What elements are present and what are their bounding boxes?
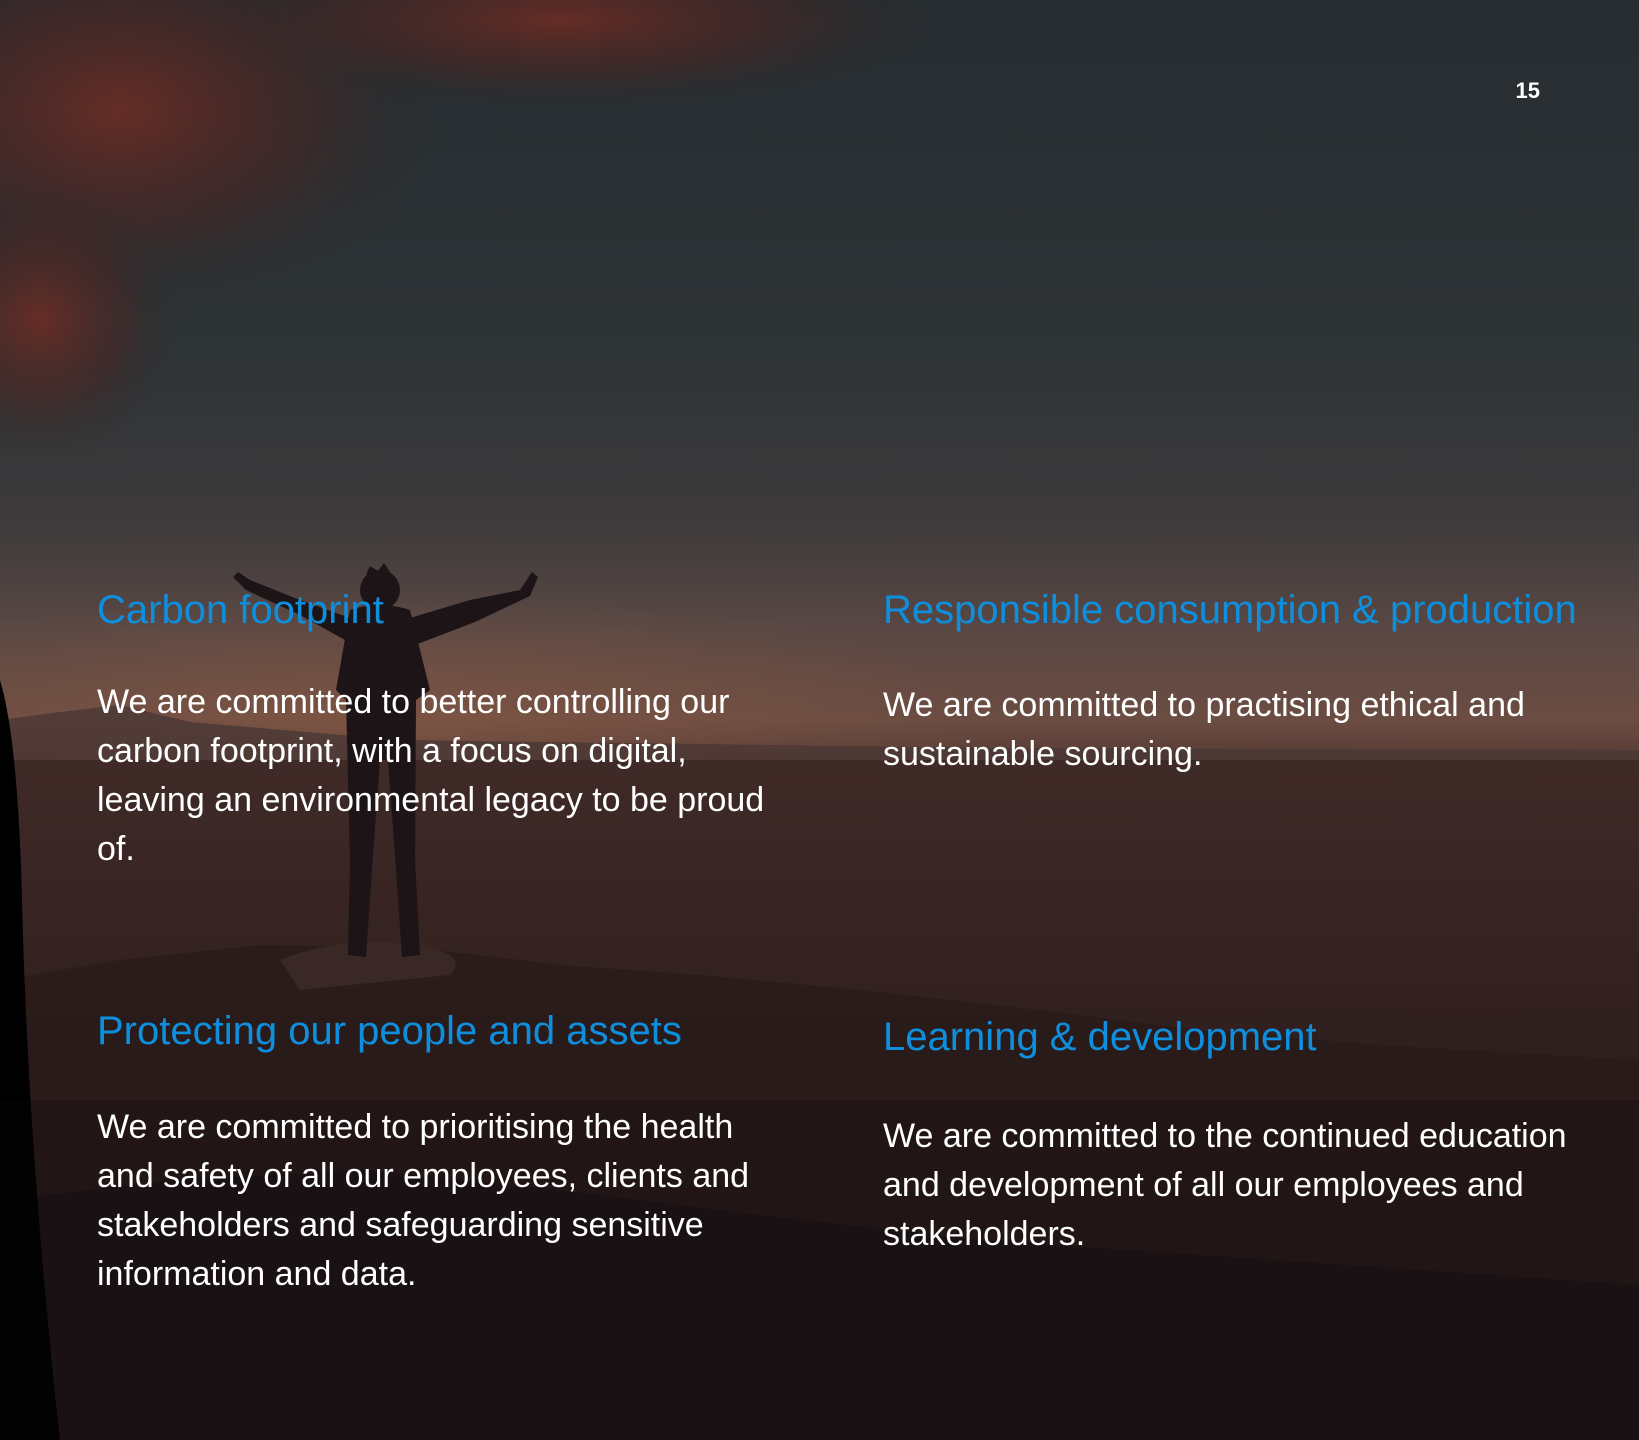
section-body: We are committed to prioritising the hea… bbox=[97, 1108, 750, 1293]
section-heading: Learning & development bbox=[883, 1015, 1317, 1059]
learning-development-section: Learning & development We are committed … bbox=[883, 1010, 1583, 1259]
responsible-consumption-section: Responsible consumption & production We … bbox=[883, 583, 1583, 779]
section-heading: Protecting our people and assets bbox=[97, 1009, 682, 1053]
page-number: 15 bbox=[1515, 78, 1540, 103]
section-heading: Carbon footprint bbox=[97, 588, 384, 632]
section-body: We are committed to the continued educat… bbox=[883, 1117, 1567, 1253]
carbon-footprint-section: Carbon footprint We are committed to bet… bbox=[97, 583, 797, 874]
protecting-people-section: Protecting our people and assets We are … bbox=[97, 1004, 797, 1299]
section-heading: Responsible consumption & production bbox=[883, 588, 1577, 632]
section-body: We are committed to practising ethical a… bbox=[883, 686, 1525, 773]
section-body: We are committed to better controlling o… bbox=[97, 683, 765, 868]
